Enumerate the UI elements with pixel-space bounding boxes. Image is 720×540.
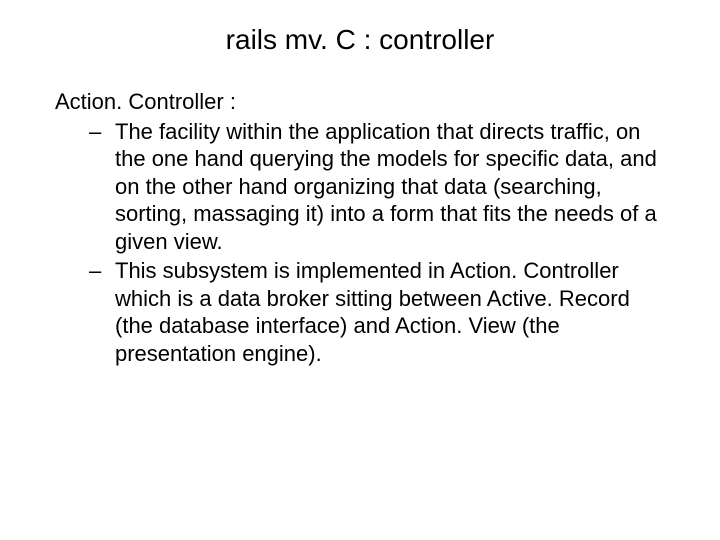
slide-body: Action. Controller : The facility within… (55, 88, 665, 369)
bullet-text: This subsystem is implemented in Action.… (115, 258, 630, 366)
topic-heading: Action. Controller : (55, 88, 665, 116)
slide: rails mv. C : controller Action. Control… (0, 0, 720, 540)
list-item: This subsystem is implemented in Action.… (89, 257, 665, 367)
bullet-list: The facility within the application that… (89, 118, 665, 368)
bullet-text: The facility within the application that… (115, 119, 657, 254)
list-item: The facility within the application that… (89, 118, 665, 256)
slide-title: rails mv. C : controller (0, 24, 720, 56)
